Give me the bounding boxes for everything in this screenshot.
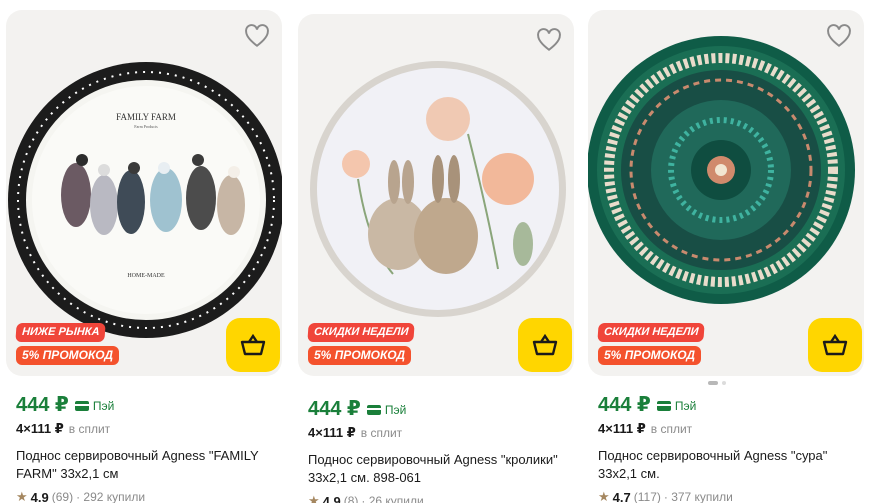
badge-group: СКИДКИ НЕДЕЛИ 5% ПРОМОКОД <box>597 322 706 369</box>
add-to-cart-button[interactable] <box>808 318 862 372</box>
add-to-cart-button[interactable] <box>518 318 572 372</box>
product-card[interactable]: СКИДКИ НЕДЕЛИ 5% ПРОМОКОД 444 ₽ Пэй 4×11… <box>298 0 574 503</box>
badge-below-market: НИЖЕ РЫНКА <box>15 323 107 342</box>
split-info: 4×111 ₽ в сплит <box>16 421 111 436</box>
product-card[interactable]: СКИДКИ НЕДЕЛИ 5% ПРОМОКОД 444 ₽ Пэй 4×11… <box>588 0 864 503</box>
heart-outline-icon[interactable] <box>826 24 852 48</box>
card-icon <box>366 405 381 415</box>
product-image[interactable]: СКИДКИ НЕДЕЛИ 5% ПРОМОКОД <box>588 10 864 376</box>
product-card[interactable]: FAMILY FARM Farm Products HOME-MADE НИЖЕ… <box>6 0 282 503</box>
pay-label: Пэй <box>74 399 114 413</box>
basket-icon <box>822 334 848 356</box>
heart-outline-icon[interactable] <box>244 24 270 48</box>
price: 444 ₽ <box>16 394 69 416</box>
plate-subtitle-text: Farm Products <box>134 124 158 129</box>
badge-weekly-discount: СКИДКИ НЕДЕЛИ <box>307 323 416 342</box>
heart-outline-icon[interactable] <box>536 28 562 52</box>
image-carousel-dots[interactable] <box>706 380 730 386</box>
product-title[interactable]: Поднос сервировочный Agness "сура" 33х2,… <box>598 447 860 483</box>
card-icon <box>74 401 89 411</box>
split-info: 4×111 ₽ в сплит <box>308 425 403 440</box>
product-info: 444 ₽ Пэй 4×111 ₽ в сплит Поднос сервиров… <box>598 392 860 503</box>
basket-icon <box>240 334 266 356</box>
badge-promocode: 5% ПРОМОКОД <box>598 346 702 365</box>
plate-bottom-text: HOME-MADE <box>127 273 165 279</box>
product-info: 444 ₽ Пэй 4×111 ₽ в сплит Поднос сервиров… <box>16 392 278 503</box>
pay-label: Пэй <box>656 399 696 413</box>
rating: ★ 4.7 (117) · 377 купили <box>598 489 733 503</box>
product-image[interactable]: FAMILY FARM Farm Products HOME-MADE НИЖЕ… <box>6 10 282 376</box>
star-icon: ★ <box>308 493 320 503</box>
badge-group: СКИДКИ НЕДЕЛИ 5% ПРОМОКОД <box>307 322 416 369</box>
price: 444 ₽ <box>598 394 651 416</box>
star-icon: ★ <box>16 489 28 503</box>
badge-promocode: 5% ПРОМОКОД <box>16 346 120 365</box>
product-image[interactable]: СКИДКИ НЕДЕЛИ 5% ПРОМОКОД <box>298 14 574 376</box>
product-title[interactable]: Поднос сервировочный Agness "FAMILY FARM… <box>16 447 278 483</box>
rating: ★ 4.9 (69) · 292 купили <box>16 489 146 503</box>
badge-promocode: 5% ПРОМОКОД <box>308 346 412 365</box>
price: 444 ₽ <box>308 398 361 420</box>
basket-icon <box>532 334 558 356</box>
badge-group: НИЖЕ РЫНКА 5% ПРОМОКОД <box>15 322 120 369</box>
split-info: 4×111 ₽ в сплит <box>598 421 693 436</box>
product-info: 444 ₽ Пэй 4×111 ₽ в сплит Поднос сервиров… <box>308 396 570 503</box>
plate-title-text: FAMILY FARM <box>116 112 176 122</box>
card-icon <box>656 401 671 411</box>
product-title[interactable]: Поднос сервировочный Agness "кролики" 33… <box>308 451 570 487</box>
pay-label: Пэй <box>366 403 406 417</box>
star-icon: ★ <box>598 489 610 503</box>
rating: ★ 4.9 (8) · 26 купили <box>308 493 570 503</box>
badge-weekly-discount: СКИДКИ НЕДЕЛИ <box>597 323 706 342</box>
add-to-cart-button[interactable] <box>226 318 280 372</box>
